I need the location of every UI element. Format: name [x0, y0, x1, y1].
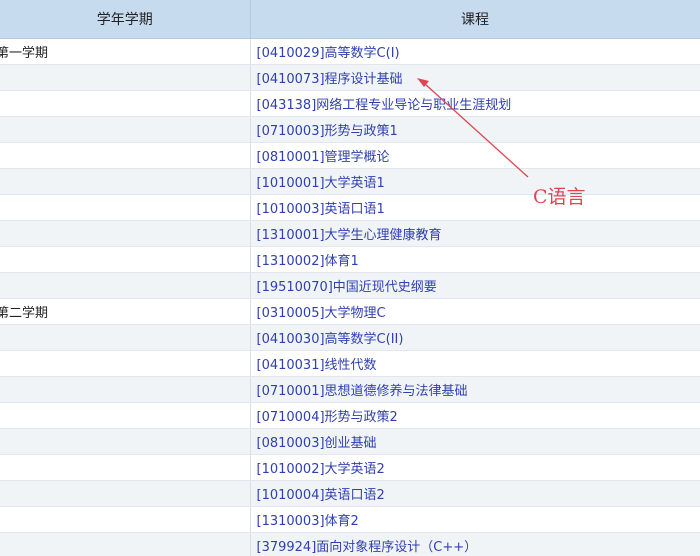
- course-cell: [1310003]体育2: [250, 506, 700, 533]
- course-cell: [1010002]大学英语2: [250, 454, 700, 481]
- term-cell: [0, 454, 251, 481]
- course-link[interactable]: [1310001]大学生心理健康教育: [257, 228, 442, 243]
- term-cell: [0, 376, 251, 403]
- course-link[interactable]: [0810003]创业基础: [257, 436, 377, 451]
- course-link[interactable]: [1010002]大学英语2: [257, 462, 385, 477]
- table-row: [0710004]形势与政策2: [0, 402, 700, 429]
- table-header-row: 学年学期 课程: [0, 0, 700, 39]
- table-row: [1310003]体育2: [0, 506, 700, 533]
- course-cell: [0410031]线性代数: [250, 350, 700, 377]
- term-cell: [0, 402, 251, 429]
- course-link[interactable]: [0710004]形势与政策2: [257, 410, 398, 425]
- term-cell: [0, 506, 251, 533]
- course-cell: [0410029]高等数学C(I): [250, 38, 700, 65]
- table-row: [19510070]中国近现代史纲要: [0, 272, 700, 299]
- table-row: [1310001]大学生心理健康教育: [0, 220, 700, 247]
- annotation-label: C语言: [533, 186, 586, 208]
- column-header-course[interactable]: 课程: [250, 0, 700, 39]
- course-link[interactable]: [0710003]形势与政策1: [257, 124, 398, 139]
- course-link[interactable]: [0710001]思想道德修养与法律基础: [257, 384, 468, 399]
- course-link[interactable]: [0810001]管理学概论: [257, 150, 390, 165]
- course-link[interactable]: [1310002]体育1: [257, 254, 359, 269]
- table-row: [0810001]管理学概论: [0, 142, 700, 169]
- table-row: [1010001]大学英语1: [0, 168, 700, 195]
- table-row: 第一学期 [0410029]高等数学C(I): [0, 38, 700, 65]
- table-row: [0410073]程序设计基础: [0, 64, 700, 91]
- table-row: [043138]网络工程专业导论与职业生涯规划: [0, 90, 700, 117]
- table-row: [0710001]思想道德修养与法律基础: [0, 376, 700, 403]
- course-cell: [0710004]形势与政策2: [250, 402, 700, 429]
- table-row: [1010003]英语口语1: [0, 194, 700, 221]
- course-cell: [1010001]大学英语1: [250, 168, 700, 195]
- course-cell: [0810001]管理学概论: [250, 142, 700, 169]
- column-header-term[interactable]: 学年学期: [0, 0, 251, 39]
- term-cell: [0, 194, 251, 221]
- table-row: [1010004]英语口语2: [0, 480, 700, 507]
- course-cell: [043138]网络工程专业导论与职业生涯规划: [250, 90, 700, 117]
- term-cell: [0, 272, 251, 299]
- course-table: 学年学期 课程 第一学期 [0410029]高等数学C(I) [0410073]程序…: [0, 0, 700, 556]
- course-cell: [0710001]思想道德修养与法律基础: [250, 376, 700, 403]
- term-cell: [0, 428, 251, 455]
- course-cell: [0310005]大学物理C: [250, 298, 700, 325]
- term-cell: [0, 480, 251, 507]
- table-row: [0410030]高等数学C(II): [0, 324, 700, 351]
- course-link[interactable]: [0310005]大学物理C: [257, 306, 386, 321]
- table-row: [0410031]线性代数: [0, 350, 700, 377]
- course-cell: [1310002]体育1: [250, 246, 700, 273]
- table-row: [1010002]大学英语2: [0, 454, 700, 481]
- course-link[interactable]: [0410031]线性代数: [257, 358, 377, 373]
- course-cell: [0410030]高等数学C(II): [250, 324, 700, 351]
- term-cell: [0, 116, 251, 143]
- course-link[interactable]: [1310003]体育2: [257, 514, 359, 529]
- term-cell: 第二学期: [0, 298, 251, 325]
- term-cell: [0, 220, 251, 247]
- table-row: [1310002]体育1: [0, 246, 700, 273]
- table-row: 第二学期 [0310005]大学物理C: [0, 298, 700, 325]
- course-cell: [0410073]程序设计基础: [250, 64, 700, 91]
- course-link[interactable]: [379924]面向对象程序设计（C++）: [257, 540, 478, 555]
- term-cell: [0, 532, 251, 556]
- course-cell: [1310001]大学生心理健康教育: [250, 220, 700, 247]
- term-cell: [0, 64, 251, 91]
- course-link[interactable]: [1010004]英语口语2: [257, 488, 385, 503]
- term-cell: [0, 142, 251, 169]
- course-cell: [19510070]中国近现代史纲要: [250, 272, 700, 299]
- term-cell: [0, 90, 251, 117]
- table-row: [379924]面向对象程序设计（C++）: [0, 532, 700, 556]
- table-row: [0810003]创业基础: [0, 428, 700, 455]
- course-cell: [0810003]创业基础: [250, 428, 700, 455]
- course-link[interactable]: [1010003]英语口语1: [257, 202, 385, 217]
- table-row: [0710003]形势与政策1: [0, 116, 700, 143]
- term-cell: 第一学期: [0, 38, 251, 65]
- course-cell: [0710003]形势与政策1: [250, 116, 700, 143]
- course-cell: [1010004]英语口语2: [250, 480, 700, 507]
- table-body: 第一学期 [0410029]高等数学C(I) [0410073]程序设计基础 [043…: [0, 38, 700, 556]
- course-cell: [1010003]英语口语1: [250, 194, 700, 221]
- course-table-view: 学年学期 课程 第一学期 [0410029]高等数学C(I) [0410073]程序…: [0, 0, 700, 556]
- course-link[interactable]: [0410073]程序设计基础: [257, 72, 403, 87]
- term-cell: [0, 246, 251, 273]
- term-cell: [0, 324, 251, 351]
- term-cell: [0, 168, 251, 195]
- term-cell: [0, 350, 251, 377]
- course-cell: [379924]面向对象程序设计（C++）: [250, 532, 700, 556]
- course-link[interactable]: [043138]网络工程专业导论与职业生涯规划: [257, 98, 512, 113]
- course-link[interactable]: [0410030]高等数学C(II): [257, 332, 404, 347]
- course-link[interactable]: [19510070]中国近现代史纲要: [257, 280, 437, 295]
- course-link[interactable]: [0410029]高等数学C(I): [257, 46, 400, 61]
- course-link[interactable]: [1010001]大学英语1: [257, 176, 385, 191]
